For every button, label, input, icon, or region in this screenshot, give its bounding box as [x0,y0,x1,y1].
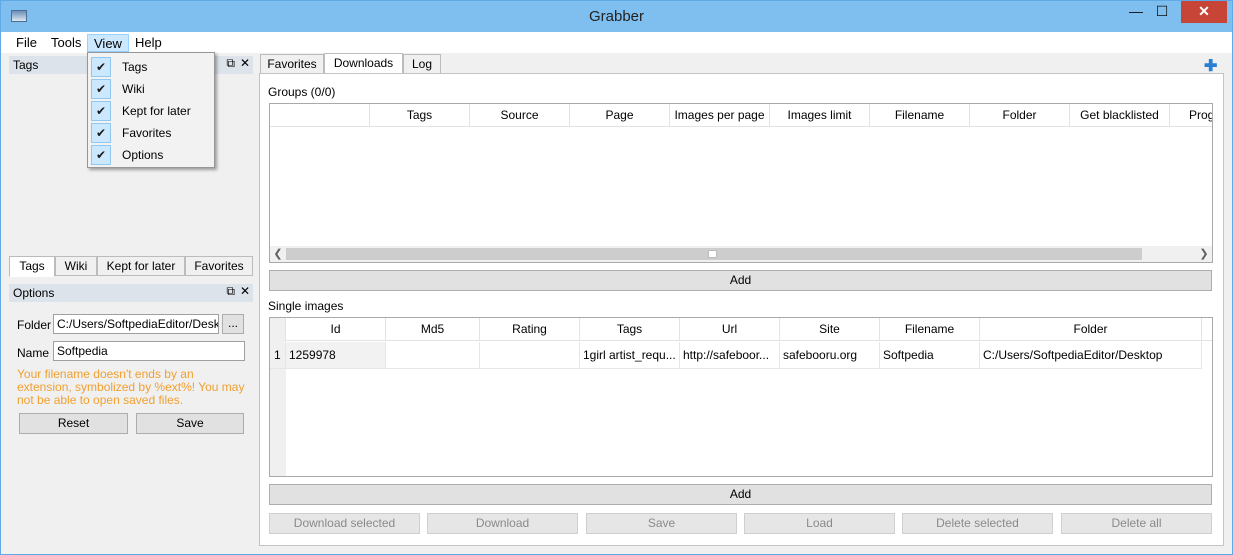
left-tab-favorites[interactable]: Favorites [185,256,253,276]
view-menu-label: Favorites [122,126,172,140]
col-tags[interactable]: Tags [580,318,680,341]
col-url[interactable]: Url [680,318,780,341]
float-icon[interactable]: ⧉ [226,284,235,298]
single-images-header: Id Md5 Rating Tags Url Site Filename Fol… [270,318,1212,341]
view-menu-label: Tags [122,60,148,74]
cell-rating[interactable] [480,342,580,369]
cell-tags[interactable]: 1girl artist_requ... [580,342,680,369]
browse-folder-button[interactable]: ... [222,314,244,334]
groups-horizontal-scrollbar[interactable]: ❮ ❯ [270,246,1212,262]
single-images-table: Id Md5 Rating Tags Url Site Filename Fol… [269,317,1213,477]
cell-filename[interactable]: Softpedia [880,342,980,369]
menu-view[interactable]: View [87,34,129,52]
delete-selected-button[interactable]: Delete selected [902,513,1053,534]
minimize-icon[interactable]: — [1123,1,1149,23]
cell-folder[interactable]: C:/Users/SoftpediaEditor/Desktop [980,342,1202,369]
view-menu-dropdown: ✔ Tags ✔ Wiki ✔ Kept for later ✔ Favorit… [87,52,215,168]
folder-input[interactable]: C:/Users/SoftpediaEditor/Desktop [53,314,219,334]
groups-add-button[interactable]: Add [269,270,1212,291]
load-button[interactable]: Load [744,513,895,534]
view-menu-item-favorites[interactable]: ✔ Favorites [90,122,212,144]
float-icon[interactable]: ⧉ [226,56,235,70]
view-menu-label: Kept for later [122,104,191,118]
groups-col-get-blacklisted[interactable]: Get blacklisted [1070,104,1170,127]
name-input[interactable]: Softpedia [53,341,245,361]
view-menu-label: Options [122,148,164,162]
close-window-icon[interactable]: ✕ [1181,1,1227,23]
groups-col-filename[interactable]: Filename [870,104,970,127]
groups-col-folder[interactable]: Folder [970,104,1070,127]
main-window: Grabber — ☐ ✕ File Tools View Help Tags … [0,0,1233,555]
view-menu-label: Wiki [122,82,145,96]
groups-table: Tags Source Page Images per page Images … [269,103,1213,263]
filename-warning: Your filename doesn't ends by an extensi… [17,367,245,407]
scroll-left-icon[interactable]: ❮ [270,246,286,262]
name-label: Name [17,346,50,360]
single-images-add-button[interactable]: Add [269,484,1212,505]
save-button[interactable]: Save [586,513,737,534]
check-icon: ✔ [91,145,111,165]
check-icon: ✔ [91,101,111,121]
folder-label: Folder [17,318,52,332]
close-icon[interactable]: ✕ [240,56,250,70]
cell-site[interactable]: safebooru.org [780,342,880,369]
col-rating[interactable]: Rating [480,318,580,341]
left-tab-tags[interactable]: Tags [9,256,55,277]
row-number: 1 [270,342,286,369]
view-menu-item-tags[interactable]: ✔ Tags [90,56,212,78]
tab-downloads[interactable]: Downloads [324,53,403,74]
menu-file[interactable]: File [10,34,43,52]
cell-url[interactable]: http://safeboor... [680,342,780,369]
groups-col-source[interactable]: Source [470,104,570,127]
single-images-label: Single images [268,299,344,313]
col-folder[interactable]: Folder [980,318,1202,341]
view-menu-item-wiki[interactable]: ✔ Wiki [90,78,212,100]
col-filename[interactable]: Filename [880,318,980,341]
title-bar: Grabber — ☐ ✕ [1,1,1232,32]
menu-bar: File Tools View Help [1,32,1232,53]
reset-button[interactable]: Reset [19,413,128,434]
left-tab-kept-for-later[interactable]: Kept for later [97,256,185,276]
window-title: Grabber [588,8,645,25]
download-button[interactable]: Download [427,513,578,534]
view-menu-item-kept-for-later[interactable]: ✔ Kept for later [90,100,212,122]
groups-col-corner[interactable] [270,104,370,127]
tab-favorites[interactable]: Favorites [260,54,324,74]
col-md5[interactable]: Md5 [386,318,480,341]
check-icon: ✔ [91,123,111,143]
maximize-icon[interactable]: ☐ [1149,1,1175,23]
groups-col-images-per-page[interactable]: Images per page [670,104,770,127]
check-icon: ✔ [91,57,111,77]
single-images-corner [270,318,286,341]
menu-help[interactable]: Help [129,34,168,52]
options-dock-label: Options [13,286,55,300]
left-tab-wiki[interactable]: Wiki [55,256,97,276]
tab-log[interactable]: Log [403,54,441,74]
groups-col-tags[interactable]: Tags [370,104,470,127]
col-site[interactable]: Site [780,318,880,341]
groups-header: Tags Source Page Images per page Images … [270,104,1212,127]
groups-col-images-limit[interactable]: Images limit [770,104,870,127]
col-id[interactable]: Id [286,318,386,341]
download-selected-button[interactable]: Download selected [269,513,420,534]
groups-col-progress[interactable]: Prog [1170,104,1212,127]
save-options-button[interactable]: Save [136,413,244,434]
options-dock-title: Options ⧉ ✕ [9,284,253,302]
cell-id[interactable]: 1259978 [286,342,386,369]
scroll-grip-icon [708,250,717,258]
scroll-right-icon[interactable]: ❯ [1196,246,1212,262]
view-menu-item-options[interactable]: ✔ Options [90,144,212,166]
close-icon[interactable]: ✕ [240,284,250,298]
menu-tools[interactable]: Tools [45,34,87,52]
delete-all-button[interactable]: Delete all [1061,513,1212,534]
groups-label: Groups (0/0) [268,85,336,99]
tags-dock-label: Tags [13,58,39,72]
check-icon: ✔ [91,79,111,99]
cell-md5[interactable] [386,342,480,369]
groups-col-page[interactable]: Page [570,104,670,127]
